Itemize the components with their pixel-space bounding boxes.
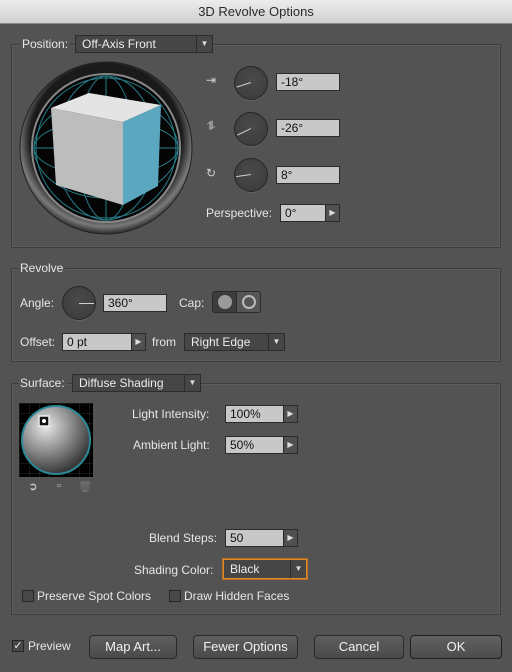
chevron-down-icon: ▼ [268, 334, 284, 350]
x-rotation-dial[interactable] [234, 66, 268, 100]
slider-arrow-icon[interactable]: ▶ [283, 405, 298, 423]
dial-needle [79, 303, 94, 304]
slider-arrow-icon[interactable]: ▶ [131, 333, 146, 351]
position-dropdown[interactable]: Off-Axis Front ▼ [75, 35, 213, 53]
chevron-down-icon: ▼ [196, 36, 212, 52]
slider-arrow-icon[interactable]: ▶ [283, 529, 298, 547]
shading-color-dropdown[interactable]: Black ▼ [223, 559, 307, 579]
y-rotation-input[interactable]: -26° [276, 119, 340, 137]
ambient-light-label: Ambient Light: [133, 438, 210, 452]
ok-button[interactable]: OK [410, 635, 502, 659]
shading-color-label: Shading Color: [134, 563, 214, 577]
cancel-button[interactable]: Cancel [314, 635, 404, 659]
cap-label: Cap: [179, 296, 205, 310]
blend-steps-label: Blend Steps: [149, 531, 218, 545]
dial-needle [237, 128, 251, 136]
preserve-spot-colors-checkbox[interactable] [22, 590, 34, 602]
angle-dial[interactable] [62, 286, 96, 320]
preserve-spot-colors-label: Preserve Spot Colors [37, 589, 152, 603]
z-rotation-dial[interactable] [234, 158, 268, 192]
perspective-input[interactable]: 0° ▶ [280, 204, 340, 222]
preview-label: Preview [28, 639, 71, 653]
shading-color-value: Black [230, 562, 260, 576]
cap-on-button[interactable] [212, 291, 237, 313]
fewer-options-button[interactable]: Fewer Options [193, 635, 298, 659]
slider-arrow-icon[interactable]: ▶ [325, 204, 340, 222]
x-axis-rotation-icon: ⇥ [205, 73, 217, 87]
chevron-down-icon: ▼ [290, 560, 306, 578]
offset-input[interactable]: 0 pt ▶ [62, 333, 146, 351]
surface-label: Surface: [18, 375, 67, 391]
angle-input[interactable]: 360° [103, 294, 167, 312]
cap-on-icon [218, 295, 232, 309]
position-dropdown-value: Off-Axis Front [82, 37, 156, 51]
blend-steps-input[interactable]: 50 ▶ [225, 529, 298, 547]
y-axis-rotation-icon: ⥮ [206, 119, 216, 133]
cap-off-button[interactable] [236, 291, 261, 313]
new-light-icon[interactable]: ▫ [52, 480, 66, 492]
dial-needle [236, 82, 251, 88]
surface-dropdown-value: Diffuse Shading [79, 376, 164, 390]
slider-arrow-icon[interactable]: ▶ [283, 436, 298, 454]
rotation-trackball[interactable] [19, 59, 193, 237]
lighting-sphere[interactable] [19, 403, 93, 477]
z-axis-rotation-icon: ↻ [205, 166, 217, 180]
from-label: from [152, 335, 176, 349]
dial-needle [236, 174, 251, 178]
cap-off-icon [242, 295, 256, 309]
z-rotation-input[interactable]: 8° [276, 166, 340, 184]
ambient-light-input[interactable]: 50% ▶ [225, 436, 298, 454]
surface-dropdown[interactable]: Diffuse Shading ▼ [72, 374, 201, 392]
delete-light-icon: 🗑 [78, 481, 92, 493]
move-light-back-icon[interactable]: ➲ [24, 480, 42, 493]
x-rotation-input[interactable]: -18° [276, 73, 340, 91]
y-rotation-dial[interactable] [234, 112, 268, 146]
chevron-down-icon: ▼ [184, 375, 200, 391]
light-intensity-input[interactable]: 100% ▶ [225, 405, 298, 423]
light-intensity-label: Light Intensity: [132, 407, 210, 421]
offset-label: Offset: [20, 335, 56, 349]
revolve-group-label: Revolve [18, 260, 66, 276]
perspective-label: Perspective: [206, 206, 273, 220]
from-dropdown[interactable]: Right Edge ▼ [184, 333, 285, 351]
preview-checkbox[interactable]: ✓ [12, 640, 24, 652]
window-title: 3D Revolve Options [0, 0, 512, 24]
draw-hidden-faces-label: Draw Hidden Faces [184, 589, 290, 603]
map-art-button[interactable]: Map Art... [89, 635, 177, 659]
angle-label: Angle: [20, 296, 55, 310]
from-dropdown-value: Right Edge [191, 335, 251, 349]
position-label: Position: [20, 36, 71, 52]
draw-hidden-faces-checkbox[interactable] [169, 590, 181, 602]
